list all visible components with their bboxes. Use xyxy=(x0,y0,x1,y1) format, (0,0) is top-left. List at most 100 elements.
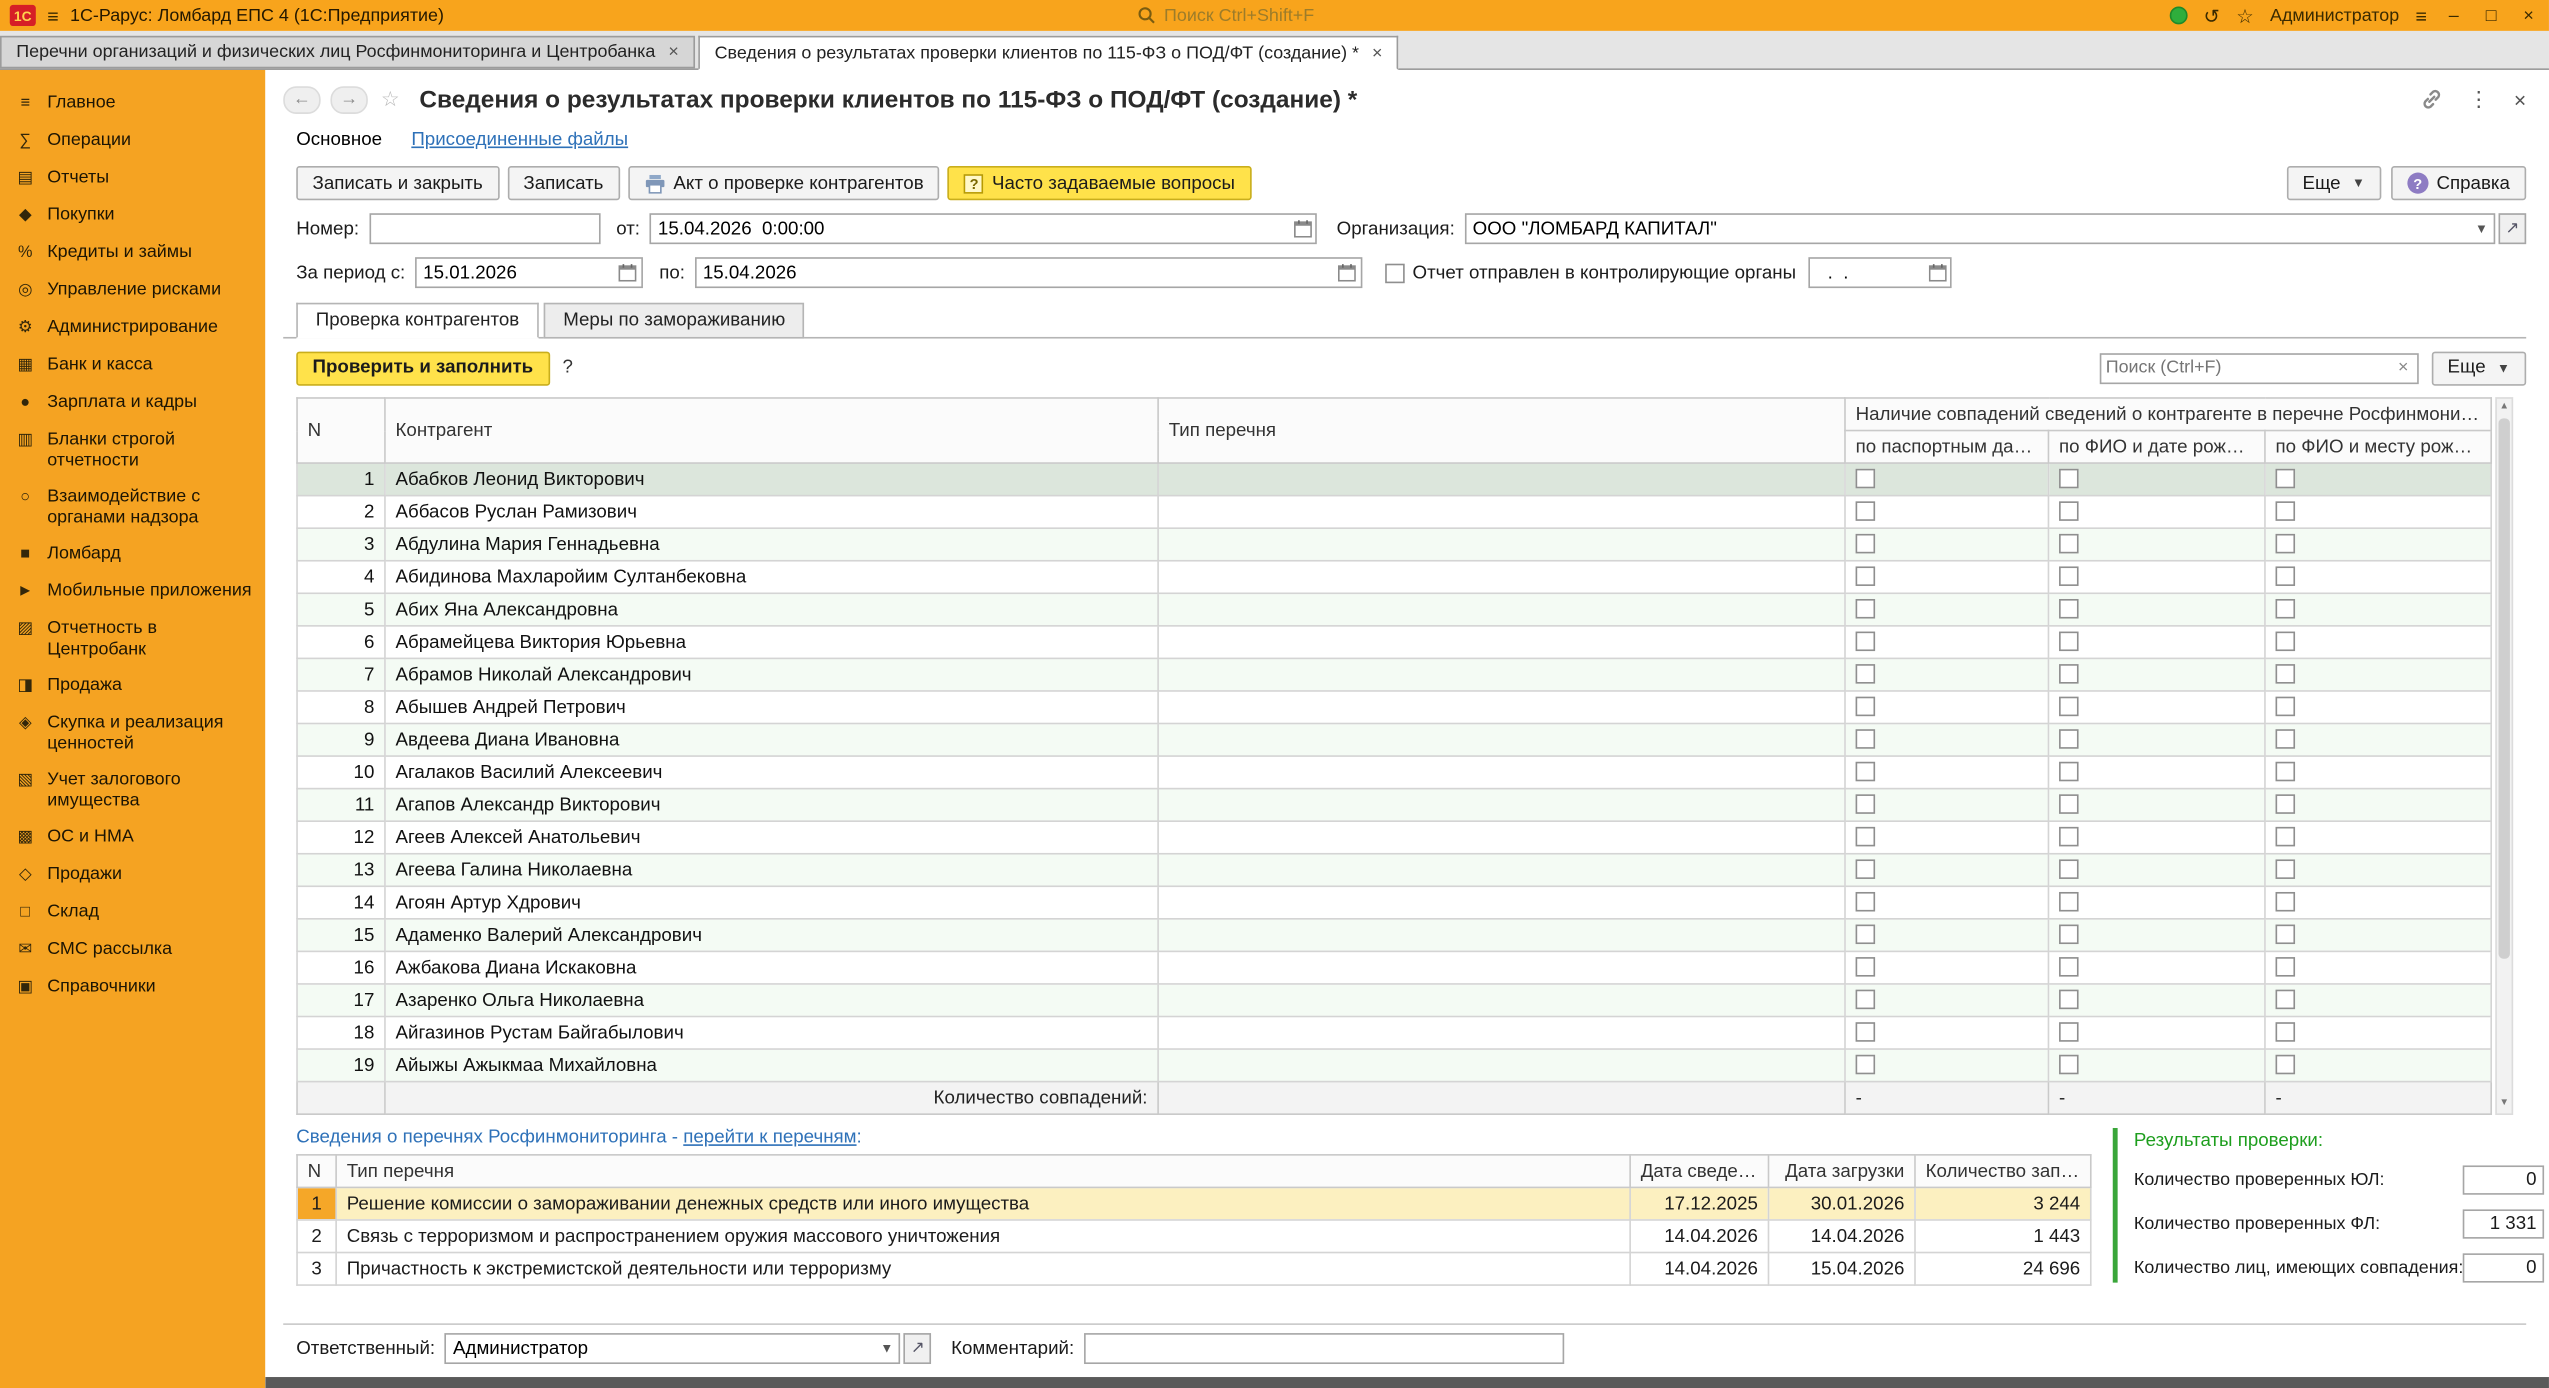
act-print-button[interactable]: Акт о проверке контрагентов xyxy=(627,166,940,201)
back-button[interactable]: ← xyxy=(283,85,321,114)
number-field[interactable] xyxy=(368,213,600,245)
organization-field[interactable]: ▼ xyxy=(1464,213,2496,245)
column-header-list-type[interactable]: Тип перечня xyxy=(1157,397,1846,464)
faq-button[interactable]: ? Часто задаваемые вопросы xyxy=(948,166,1252,201)
contractor-row[interactable]: 2 Аббасов Руслан Рамизович xyxy=(296,494,2493,530)
match-checkbox-fio-birthplace[interactable] xyxy=(2275,534,2296,555)
dropdown-arrow-icon[interactable]: ▼ xyxy=(875,1341,899,1356)
contractor-row[interactable]: 18 Айгазинов Рустам Байгабылович xyxy=(296,1015,2493,1050)
list-column-n[interactable]: N xyxy=(296,1154,337,1189)
contractor-row[interactable]: 6 Абрамейцева Виктория Юрьевна xyxy=(296,625,2493,660)
match-checkbox-fio-birthplace[interactable] xyxy=(2275,729,2296,750)
match-checkbox-fio-birthdate[interactable] xyxy=(2059,697,2079,717)
match-checkbox-fio-birthplace[interactable] xyxy=(2275,502,2296,522)
contractor-row[interactable]: 11 Агапов Александр Викторович xyxy=(296,787,2493,822)
list-column-load-date[interactable]: Дата загрузки xyxy=(1767,1154,1916,1189)
table-more-button[interactable]: Еще ▼ xyxy=(2431,350,2527,385)
match-checkbox-fio-birthplace[interactable] xyxy=(2275,925,2296,945)
sidebar-item-reports[interactable]: ▤ Отчеты xyxy=(0,160,265,197)
contractor-row[interactable]: 7 Абрамов Николай Александрович xyxy=(296,657,2493,692)
sidebar-item-salary-hr[interactable]: ● Зарплата и кадры xyxy=(0,384,265,421)
match-checkbox-fio-birthdate[interactable] xyxy=(2059,469,2079,490)
contractor-row[interactable]: 10 Агалаков Василий Алексеевич xyxy=(296,755,2493,790)
match-checkbox-fio-birthdate[interactable] xyxy=(2059,502,2079,522)
contractor-row[interactable]: 14 Агоян Артур Хдрович xyxy=(296,885,2493,920)
sidebar-item-buyout[interactable]: ◈ Скупка и реализация ценностей xyxy=(0,705,265,762)
contractor-row[interactable]: 15 Адаменко Валерий Александрович xyxy=(296,918,2493,953)
save-button[interactable]: Записать xyxy=(507,166,620,201)
sidebar-item-credits-loans[interactable]: % Кредиты и займы xyxy=(0,234,265,271)
match-checkbox-passport[interactable] xyxy=(1855,697,1876,717)
forward-button[interactable]: → xyxy=(330,85,368,114)
match-checkbox-passport[interactable] xyxy=(1855,534,1876,555)
contractor-row[interactable]: 9 Авдеева Диана Ивановна xyxy=(296,722,2493,757)
match-checkbox-fio-birthdate[interactable] xyxy=(2059,957,2079,978)
sidebar-item-lombard[interactable]: ■ Ломбард xyxy=(0,536,265,573)
match-checkbox-passport[interactable] xyxy=(1855,599,1876,620)
more-button[interactable]: Еще ▼ xyxy=(2286,166,2382,201)
list-row[interactable]: 1 Решение комиссии о замораживании денежн… xyxy=(296,1186,2092,1221)
sidebar-item-sales[interactable]: ◇ Продажи xyxy=(0,856,265,893)
sidebar-item-purchases[interactable]: ◆ Покупки xyxy=(0,197,265,234)
tab-freezing-measures[interactable]: Меры по замораживанию xyxy=(543,302,805,339)
match-checkbox-fio-birthdate[interactable] xyxy=(2059,1055,2079,1076)
goto-lists-link[interactable]: перейти к перечням xyxy=(683,1128,856,1148)
match-checkbox-passport[interactable] xyxy=(1855,957,1876,978)
calendar-icon[interactable] xyxy=(615,264,641,282)
match-checkbox-fio-birthplace[interactable] xyxy=(2275,697,2296,717)
number-input[interactable] xyxy=(370,214,599,243)
sidebar-item-administration[interactable]: ⚙ Администрирование xyxy=(0,309,265,346)
match-checkbox-fio-birthdate[interactable] xyxy=(2059,599,2079,620)
responsible-field[interactable]: ▼ xyxy=(444,1333,901,1365)
match-checkbox-passport[interactable] xyxy=(1855,729,1876,750)
report-sent-checkbox[interactable] xyxy=(1384,262,1405,283)
global-search[interactable]: Поиск Ctrl+Shift+F xyxy=(1138,6,1314,25)
match-checkbox-passport[interactable] xyxy=(1855,762,1876,783)
tab-check-results[interactable]: Сведения о результатах проверки клиентов… xyxy=(698,35,1399,70)
match-checkbox-fio-birthdate[interactable] xyxy=(2059,892,2079,913)
sidebar-item-strict-forms[interactable]: ▥ Бланки строгой отчетности xyxy=(0,422,265,479)
help-button[interactable]: ? Справка xyxy=(2390,166,2527,201)
contractor-row[interactable]: 16 Ажбакова Диана Искаковна xyxy=(296,950,2493,985)
match-checkbox-passport[interactable] xyxy=(1855,567,1876,587)
tab-main[interactable]: Основное xyxy=(296,130,382,150)
match-checkbox-fio-birthplace[interactable] xyxy=(2275,795,2296,815)
tab-contractor-check[interactable]: Проверка контрагентов xyxy=(296,302,539,339)
contractor-row[interactable]: 13 Агеева Галина Николаевна xyxy=(296,852,2493,888)
organization-input[interactable] xyxy=(1466,214,2470,243)
scrollbar-thumb[interactable] xyxy=(2498,418,2510,959)
match-checkbox-fio-birthplace[interactable] xyxy=(2275,990,2296,1010)
match-checkbox-passport[interactable] xyxy=(1855,795,1876,815)
match-checkbox-fio-birthdate[interactable] xyxy=(2059,729,2079,750)
list-row[interactable]: 2 Связь с терроризмом и распространением … xyxy=(296,1219,2092,1254)
scroll-up-icon[interactable]: ▲ xyxy=(2499,400,2509,415)
document-date-input[interactable] xyxy=(651,214,1290,243)
toolbar-help-link[interactable]: ? xyxy=(562,358,572,378)
result-value-field[interactable]: 0 xyxy=(2463,1253,2545,1283)
sidebar-item-main[interactable]: ≡ Главное xyxy=(0,85,265,122)
match-checkbox-fio-birthplace[interactable] xyxy=(2275,762,2296,783)
column-header-passport[interactable]: по паспортным данным xyxy=(1844,429,2050,464)
match-checkbox-fio-birthdate[interactable] xyxy=(2059,795,2079,815)
report-sent-date-field[interactable] xyxy=(1809,257,1953,289)
contractor-row[interactable]: 4 Абидинова Махларойим Султанбековна xyxy=(296,559,2493,595)
document-date-field[interactable] xyxy=(649,213,1318,245)
match-checkbox-passport[interactable] xyxy=(1855,502,1876,522)
open-organization-button[interactable]: ↗ xyxy=(2498,213,2527,245)
match-checkbox-passport[interactable] xyxy=(1855,990,1876,1010)
match-checkbox-fio-birthdate[interactable] xyxy=(2059,632,2079,652)
match-checkbox-passport[interactable] xyxy=(1855,632,1876,652)
tab-close-icon[interactable]: × xyxy=(668,42,678,62)
favorites-star-icon[interactable]: ☆ xyxy=(2236,6,2254,26)
column-header-n[interactable]: N xyxy=(296,397,386,464)
table-search-input[interactable] xyxy=(2105,358,2395,378)
match-checkbox-passport[interactable] xyxy=(1855,664,1876,685)
column-header-contractor[interactable]: Контрагент xyxy=(384,397,1159,464)
contractor-row[interactable]: 1 Абабков Леонид Викторович xyxy=(296,462,2493,497)
check-and-fill-button[interactable]: Проверить и заполнить xyxy=(296,350,550,385)
match-checkbox-passport[interactable] xyxy=(1855,860,1876,880)
sidebar-item-catalogs[interactable]: ▣ Справочники xyxy=(0,968,265,1005)
sidebar-item-bank-cash[interactable]: ▦ Банк и касса xyxy=(0,347,265,384)
match-checkbox-fio-birthdate[interactable] xyxy=(2059,925,2079,945)
sidebar-item-collateral[interactable]: ▧ Учет залогового имущества xyxy=(0,762,265,819)
